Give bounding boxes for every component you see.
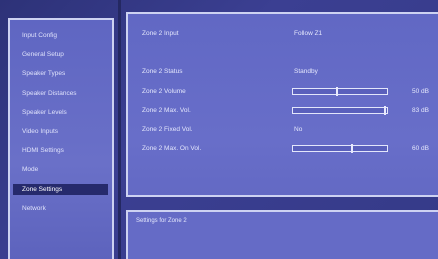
zone2-fixed-vol-row[interactable]: Zone 2 Fixed Vol. No	[142, 124, 438, 136]
description-panel: Settings for Zone 2	[126, 210, 438, 259]
zone2-volume-row[interactable]: Zone 2 Volume 50 dB	[142, 86, 438, 98]
zone2-volume-label: Zone 2 Volume	[142, 88, 186, 95]
zone2-max-on-vol-value: 60 dB	[412, 145, 429, 152]
zone2-fixed-vol-value[interactable]: No	[294, 124, 302, 136]
sidebar-list: Input Config General Setup Speaker Types…	[10, 20, 112, 218]
description-text: Settings for Zone 2	[136, 218, 187, 224]
sidebar-menu: Input Config General Setup Speaker Types…	[8, 18, 114, 259]
zone2-max-vol-row[interactable]: Zone 2 Max. Vol. 83 dB	[142, 105, 438, 117]
zone2-input-label: Zone 2 Input	[142, 30, 179, 37]
zone2-max-vol-thumb[interactable]	[384, 106, 387, 115]
screen: Input Config General Setup Speaker Types…	[0, 0, 438, 259]
sidebar-item-hdmi-settings[interactable]: HDMI Settings	[13, 141, 108, 160]
sidebar-item-zone-settings[interactable]: Zone Settings	[13, 183, 108, 195]
sidebar-item-general-setup[interactable]: General Setup	[13, 45, 108, 64]
zone2-max-on-vol-label: Zone 2 Max. On Vol.	[142, 145, 202, 152]
zone2-input-row[interactable]: Zone 2 Input Follow Z1	[142, 28, 438, 40]
sidebar-item-speaker-distances[interactable]: Speaker Distances	[13, 84, 108, 103]
zone2-input-value[interactable]: Follow Z1	[294, 28, 322, 40]
zone2-max-on-vol-thumb[interactable]	[351, 144, 354, 153]
sidebar-item-video-inputs[interactable]: Video Inputs	[13, 122, 108, 141]
zone2-max-vol-value: 83 dB	[412, 107, 429, 114]
zone2-volume-value: 50 dB	[412, 88, 429, 95]
zone2-max-vol-label: Zone 2 Max. Vol.	[142, 107, 191, 114]
sidebar-item-speaker-types[interactable]: Speaker Types	[13, 64, 108, 83]
zone2-volume-thumb[interactable]	[336, 87, 339, 96]
zone2-status-label: Zone 2 Status	[142, 68, 183, 75]
zone2-fixed-vol-label: Zone 2 Fixed Vol.	[142, 126, 193, 133]
sidebar-item-mode[interactable]: Mode	[13, 160, 108, 179]
zone2-max-vol-slider[interactable]	[292, 106, 388, 115]
sidebar-item-network[interactable]: Network	[13, 199, 108, 218]
zone2-max-on-vol-row[interactable]: Zone 2 Max. On Vol. 60 dB	[142, 143, 438, 155]
zone2-status-value[interactable]: Standby	[294, 66, 318, 78]
zone2-volume-slider[interactable]	[292, 87, 388, 96]
zone2-max-on-vol-slider[interactable]	[292, 144, 388, 153]
sidebar-item-speaker-levels[interactable]: Speaker Levels	[13, 103, 108, 122]
zone2-status-row[interactable]: Zone 2 Status Standby	[142, 66, 438, 78]
sidebar-item-input-config[interactable]: Input Config	[13, 26, 108, 45]
settings-panel: Zone 2 Input Follow Z1 Zone 2 Status Sta…	[126, 12, 438, 197]
panel-separator	[118, 0, 121, 259]
